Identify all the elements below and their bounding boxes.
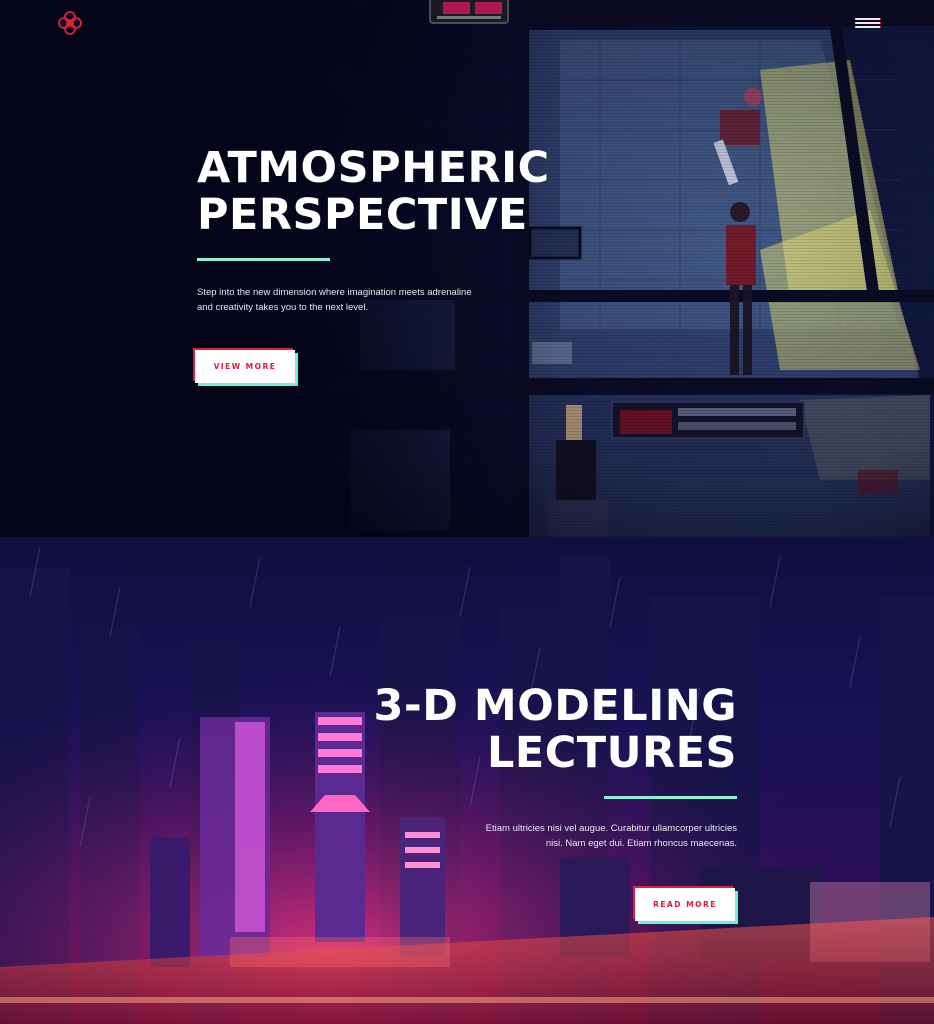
- hamburger-menu-icon[interactable]: [856, 15, 880, 31]
- hero-section-atmospheric: ATMOSPHERIC PERSPECTIVE Step into the ne…: [0, 0, 934, 537]
- scanline-overlay: [0, 0, 934, 537]
- read-more-button[interactable]: READ MORE: [635, 888, 735, 921]
- section-title: 3-D MODELING LECTURES: [373, 681, 737, 778]
- title-underline: [604, 796, 737, 799]
- section-description: Etiam ultricies nisi vel augue. Curabitu…: [485, 823, 737, 849]
- title-underline: [197, 258, 330, 261]
- hero-description: Step into the new dimension where imagin…: [197, 287, 472, 313]
- hero-section-3d-modeling: 3-D MODELING LECTURES Etiam ultricies ni…: [0, 537, 934, 1024]
- device-tab-decoration: [429, 0, 509, 24]
- hero-title: ATMOSPHERIC PERSPECTIVE: [197, 143, 550, 240]
- red-knot-logo-icon[interactable]: [56, 9, 84, 37]
- city-night-background: [0, 537, 934, 1024]
- view-more-button[interactable]: VIEW MORE: [195, 350, 295, 383]
